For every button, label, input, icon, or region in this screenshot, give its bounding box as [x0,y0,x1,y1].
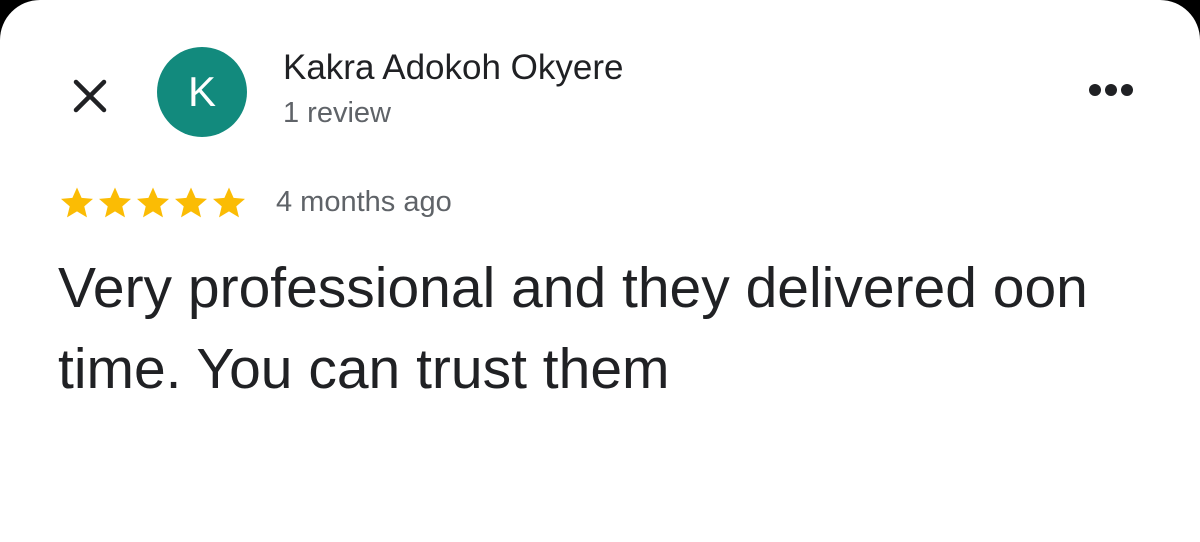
avatar-initial: K [187,68,216,115]
more-options-button[interactable] [1082,68,1140,112]
review-count: 1 review [283,97,391,129]
star-icon [175,187,207,218]
review-time: 4 months ago [276,186,452,218]
review-card: K Kakra Adokoh Okyere 1 review 4 months … [0,0,1200,542]
star-icon [213,187,245,218]
close-button[interactable] [62,68,118,124]
star-rating [58,183,248,223]
reviewer-name[interactable]: Kakra Adokoh Okyere [283,48,623,88]
avatar[interactable]: K [157,47,247,137]
star-icon [137,187,169,218]
close-icon [73,79,107,113]
review-text: Very professional and they delivered oon… [58,256,1088,401]
more-horizontal-icon [1089,84,1133,96]
star-icon [99,187,131,218]
star-icon [61,187,93,218]
